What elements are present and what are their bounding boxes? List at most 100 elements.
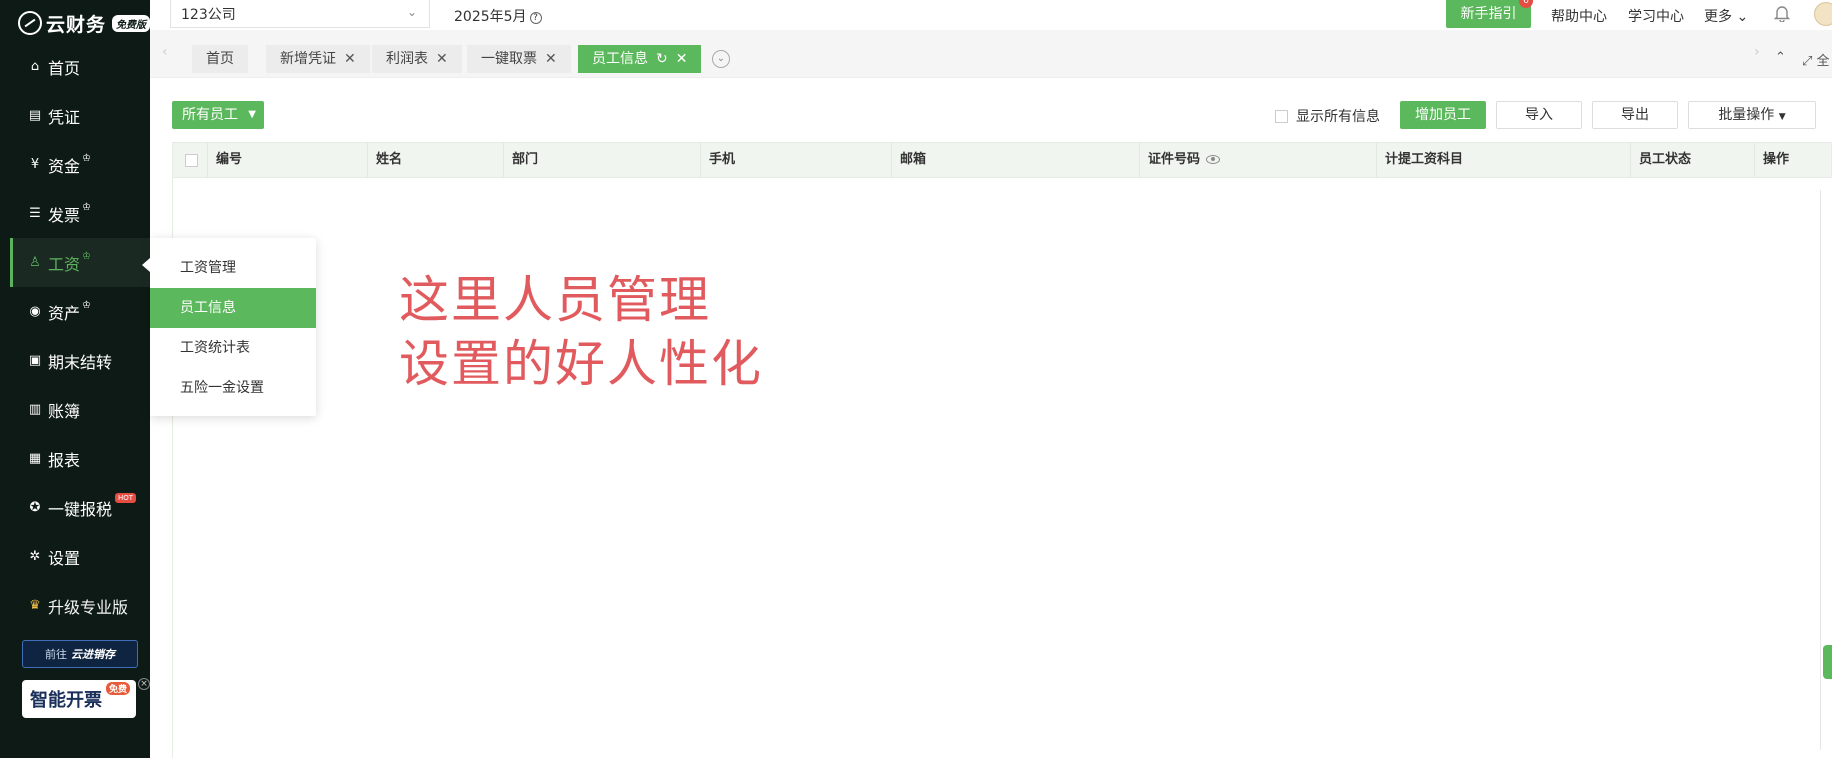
tab-scroll-right-icon[interactable]: › [1754,44,1760,60]
logo-badge: 免费版 [112,14,150,32]
period-selector[interactable]: 2025年5月? [454,6,542,26]
crown-icon: ♔ [82,153,91,164]
export-button[interactable]: 导出 [1592,101,1678,129]
sidebar-item-label: 升级专业版 [48,597,129,617]
sidebar-item-3[interactable]: ☰ 发票 ♔ [10,189,150,238]
tab-label: 一键取票 [481,51,537,67]
sidebar-item-6[interactable]: ▣ 期末结转 [10,336,150,385]
sidebar-item-1[interactable]: ▤ 凭证 [10,91,150,140]
sidebar-item-2[interactable]: ¥ 资金 ♔ [10,140,150,189]
more-menu[interactable]: 更多 ⌄ [1704,6,1748,26]
add-employee-button[interactable]: 增加员工 [1400,101,1486,129]
select-all-checkbox[interactable] [185,154,198,167]
close-icon[interactable]: ✕ [545,51,557,67]
checkbox[interactable] [1275,109,1288,123]
show-all-info-checkbox[interactable]: 显示所有信息 [1275,106,1380,126]
sidebar-item-label: 期末结转 [48,352,113,372]
bell-icon[interactable] [1774,4,1790,22]
column-header-id-number[interactable]: 证件号码 [1139,143,1376,177]
promo-free-badge: 免费 [105,682,130,695]
beginner-guide-button[interactable]: 新手指引 6 [1446,0,1533,28]
tab-dropdown-icon[interactable]: ⌄ [712,50,730,68]
collapse-up-icon[interactable]: ⌃ [1775,50,1786,65]
fullscreen-icon[interactable]: ⤢ 全 [1802,50,1830,69]
sidebar-item-0[interactable]: ⌂ 首页 [10,42,150,91]
crown-icon: ♔ [82,300,91,311]
logo-icon [18,11,42,35]
import-button[interactable]: 导入 [1496,101,1582,129]
help-center-link[interactable]: 帮助中心 [1551,6,1607,26]
close-icon[interactable]: × [138,678,150,690]
promo-jinxiaocun[interactable]: 前往 云进销存 [22,640,138,668]
tab-0[interactable]: 首页 [192,45,248,73]
tab-label: 新增凭证 [280,51,336,67]
column-header-email[interactable]: 邮箱 [891,143,1139,177]
column-header-actions: 操作 [1754,143,1832,177]
period-label: 2025年5月 [454,9,527,25]
chevron-down-icon: ⌄ [406,5,417,19]
sidebar-item-9[interactable]: ✪ 一键报税 HOT [10,483,150,532]
topbar: 123公司 ⌄ 2025年5月? 新手指引 6 帮助中心 学习中心 更多 ⌄ [150,0,1832,30]
help-question-icon[interactable]: ? [529,12,542,24]
promo-text: 智能开票 [30,690,102,711]
guide-label: 新手指引 [1460,6,1517,22]
submenu-item-1[interactable]: 员工信息 [150,288,316,328]
sidebar-item-label: 工资 [48,254,81,274]
sidebar-item-8[interactable]: ▦ 报表 [10,434,150,483]
sidebar-item-5[interactable]: ◉ 资产 ♔ [10,287,150,336]
promo-prefix: 前往 [45,648,67,661]
chevron-down-icon: ⌄ [1736,9,1749,25]
fullscreen-label: 全 [1816,54,1830,69]
closing-icon: ▣ [28,352,42,368]
company-name: 123公司 [181,7,236,23]
column-header-id[interactable]: 编号 [207,143,367,177]
tab-bar: ‹ 首页 新增凭证 ✕ 利润表 ✕ 一键取票 ✕ 员工信息 ↻ ✕ ⌄ › ⌃ ⤢ 全 [150,30,1832,78]
right-edge-panel [1820,190,1832,750]
column-header-name[interactable]: 姓名 [367,143,503,177]
asset-icon: ◉ [29,303,41,319]
company-select[interactable]: 123公司 ⌄ [170,0,430,28]
voucher-icon: ▤ [28,107,42,123]
submenu-item-2[interactable]: 工资统计表 [150,328,316,368]
column-header-status[interactable]: 员工状态 [1630,143,1754,177]
close-icon[interactable]: ✕ [344,51,356,67]
column-header-phone[interactable]: 手机 [700,143,891,177]
hot-badge: HOT [115,493,137,503]
all-staff-filter-button[interactable]: 所有员工 ▼ [172,101,264,129]
submenu-item-3[interactable]: 五险一金设置 [150,368,316,408]
filter-label: 所有员工 [182,107,238,123]
column-header-department[interactable]: 部门 [503,143,700,177]
crown-icon: ♔ [82,251,91,262]
sidebar-item-7[interactable]: ▥ 账簿 [10,385,150,434]
side-tab[interactable] [1823,645,1832,679]
salary-icon: ♙ [29,254,41,270]
more-label: 更多 [1704,9,1732,25]
tab-2[interactable]: 利润表 ✕ [372,45,462,73]
tab-3[interactable]: 一键取票 ✕ [467,45,571,73]
tab-label: 利润表 [386,51,428,67]
batch-operations-button[interactable]: 批量操作 ▼ [1688,101,1816,129]
logo-text: 云财务 [46,13,107,36]
home-icon: ⌂ [30,58,40,74]
close-icon[interactable]: ✕ [676,51,688,67]
eye-icon[interactable] [1206,155,1221,164]
learning-center-link[interactable]: 学习中心 [1628,6,1684,26]
logo[interactable]: 云财务 免费版 [18,8,150,38]
column-header-salary-account[interactable]: 计提工资科目 [1376,143,1630,177]
sidebar-nav: ⌂ 首页 ▤ 凭证 ¥ 资金 ♔ ☰ 发票 ♔ ♙ 工资 ♔ ◉ 资产 ♔ ▣ 期末结转 ▥ 账簿 ▦ 报表 ✪ 一键报税 HO… [10,42,150,630]
settings-icon: ✲ [29,548,41,564]
sidebar-item-4[interactable]: ♙ 工资 ♔ [10,238,150,287]
overlay-caption: 这里人员管理 设置的好人性化 [399,268,763,396]
submenu-item-0[interactable]: 工资管理 [150,248,316,288]
employee-table-body [172,178,1832,758]
tab-scroll-left-icon[interactable]: ‹ [162,44,168,60]
close-icon[interactable]: ✕ [436,51,448,67]
refresh-icon[interactable]: ↻ [656,51,668,67]
tab-4[interactable]: 员工信息 ↻ ✕ [578,45,702,73]
app: 云财务 免费版 ⌂ 首页 ▤ 凭证 ¥ 资金 ♔ ☰ 发票 ♔ ♙ 工资 ♔ ◉ 资产 ♔ ▣ 期末结转 ▥ 账簿 ▦ 报… [0,0,1832,758]
avatar[interactable] [1814,2,1832,26]
promo-smart-invoice[interactable]: 智能开票 免费 [22,680,136,718]
sidebar-item-10[interactable]: ✲ 设置 [10,532,150,581]
tab-1[interactable]: 新增凭证 ✕ [266,45,370,73]
sidebar-item-11[interactable]: ♛ 升级专业版 [10,581,150,630]
